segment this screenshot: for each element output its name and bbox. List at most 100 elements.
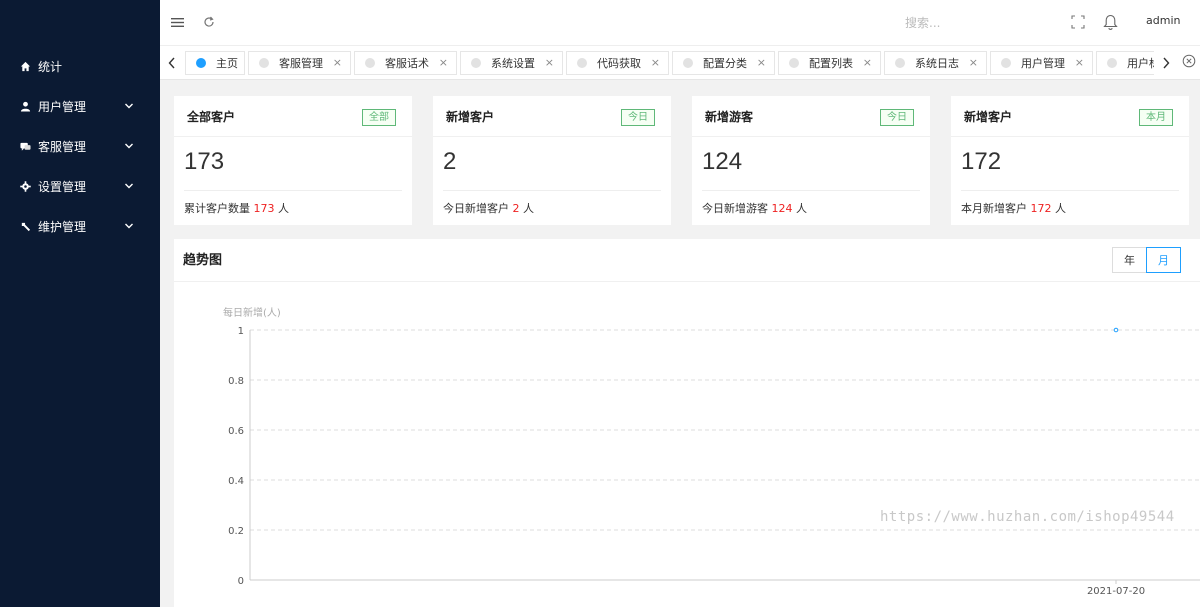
sidebar-item-service[interactable]: 客服管理 [0,126,160,166]
y-tick-label: 0.6 [228,426,244,437]
close-all-tabs-icon[interactable] [1182,54,1198,70]
card-desc-value: 173 [253,202,275,215]
menu-toggle-icon[interactable] [169,14,185,30]
card-desc-suffix: 人 [1051,202,1066,215]
trend-panel: 趋势图 年 月 每日新增(人) 0 0.2 0.4 0.6 0.8 1 2021-07-20… [174,239,1200,607]
card-desc-prefix: 今日新增客户 [443,202,513,215]
tab-dot-icon [196,58,206,68]
card-badge: 今日 [621,109,655,126]
tab-dot-icon [683,58,693,68]
card-desc-value: 172 [1030,202,1052,215]
sidebar-item-label: 维护管理 [38,219,87,234]
tab-label: 客服管理 [279,57,323,70]
tab-system-log[interactable]: 系统日志 × [884,51,987,75]
user-icon [18,99,32,113]
card-description: 今日新增客户 2 人 [443,200,534,216]
tab-label: 主页 [216,57,238,70]
card-badge: 全部 [362,109,396,126]
sidebar-item-users[interactable]: 用户管理 [0,86,160,126]
stat-card-new-customers-today: 新增客户 今日 2 今日新增客户 2 人 [433,96,671,225]
sidebar-item-maintenance[interactable]: 维护管理 [0,206,160,246]
card-desc-value: 2 [512,202,520,215]
card-desc-prefix: 今日新增游客 [702,202,772,215]
chevron-down-icon [124,140,134,150]
watermark: https://www.huzhan.com/ishop49544 [880,509,1175,525]
user-name[interactable]: admin [1146,14,1180,27]
card-description: 累计客户数量 173 人 [184,200,289,216]
stat-card-new-visitors-today: 新增游客 今日 124 今日新增游客 124 人 [692,96,930,225]
sidebar-item-label: 设置管理 [38,179,87,194]
tab-label: 系统设置 [491,57,535,70]
sidebar: 统计 用户管理 客服管理 设置管理 维护管理 [0,0,160,607]
tab-code-fetch[interactable]: 代码获取 × [566,51,669,75]
stat-card-new-customers-month: 新增客户 本月 172 本月新增客户 172 人 [951,96,1189,225]
card-title: 新增游客 [705,110,754,124]
y-tick-label: 1 [238,326,244,337]
chevron-down-icon [124,180,134,190]
tab-close-icon[interactable]: × [651,56,660,69]
card-divider [702,190,920,191]
refresh-icon[interactable] [201,14,217,30]
tab-dot-icon [1107,58,1117,68]
tab-service-management[interactable]: 客服管理 × [248,51,351,75]
card-value: 172 [961,148,1002,175]
sidebar-item-label: 用户管理 [38,99,87,114]
tab-user-management[interactable]: 用户管理 × [990,51,1093,75]
tab-dot-icon [471,58,481,68]
gear-icon [18,179,32,193]
bell-icon[interactable] [1102,12,1118,32]
y-tick-label: 0.4 [228,476,244,487]
trend-chart: 每日新增(人) 0 0.2 0.4 0.6 0.8 1 2021-07-20 [223,306,1200,597]
tab-bar: 主页 客服管理 × 客服话术 × 系统设置 × 代码获取 × 配置分类 × 配置… [160,46,1200,80]
y-tick-label: 0.2 [228,526,244,537]
tab-dot-icon [365,58,375,68]
card-divider [174,136,412,137]
tab-close-icon[interactable]: × [863,56,872,69]
card-value: 124 [702,148,743,175]
tab-system-settings[interactable]: 系统设置 × [460,51,563,75]
tab-config-category[interactable]: 配置分类 × [672,51,775,75]
tab-label: 代码获取 [597,57,641,70]
y-tick-label: 0.8 [228,376,244,387]
tab-dot-icon [577,58,587,68]
tab-close-icon[interactable]: × [439,56,448,69]
data-point [1113,327,1119,333]
chevron-down-icon [124,100,134,110]
tab-scroll-left-icon[interactable] [160,46,184,79]
stat-card-all-customers: 全部客户 全部 173 累计客户数量 173 人 [174,96,412,225]
tab-dot-icon [895,58,905,68]
tab-label: 用户管理 [1021,57,1065,70]
sidebar-item-settings[interactable]: 设置管理 [0,166,160,206]
tab-scroll-right-icon[interactable] [1154,46,1178,79]
card-desc-suffix: 人 [792,202,807,215]
chevron-down-icon [124,220,134,230]
card-divider [443,190,661,191]
tab-close-icon[interactable]: × [969,56,978,69]
sidebar-item-stats[interactable]: 统计 [0,46,160,86]
card-badge: 本月 [1139,109,1173,126]
tab-close-icon[interactable]: × [1075,56,1084,69]
card-title: 新增客户 [446,110,495,124]
tab-user-tags[interactable]: 用户标 [1096,51,1156,75]
sidebar-item-label: 统计 [38,59,63,74]
tab-dot-icon [789,58,799,68]
card-divider [961,190,1179,191]
tab-home[interactable]: 主页 [185,51,245,75]
card-value: 173 [184,148,225,175]
card-divider [184,190,402,191]
fullscreen-icon[interactable] [1070,14,1086,30]
tab-config-list[interactable]: 配置列表 × [778,51,881,75]
tab-close-icon[interactable]: × [333,56,342,69]
search-input[interactable] [905,12,1015,34]
card-description: 今日新增游客 124 人 [702,200,807,216]
card-divider [692,136,930,137]
top-header: admin [160,0,1200,46]
card-title: 全部客户 [187,110,236,124]
card-title: 新增客户 [964,110,1013,124]
card-value: 2 [443,148,457,175]
tab-service-scripts[interactable]: 客服话术 × [354,51,457,75]
x-tick-label: 2021-07-20 [1087,586,1145,597]
card-desc-value: 124 [771,202,793,215]
tab-close-icon[interactable]: × [757,56,766,69]
tab-close-icon[interactable]: × [545,56,554,69]
